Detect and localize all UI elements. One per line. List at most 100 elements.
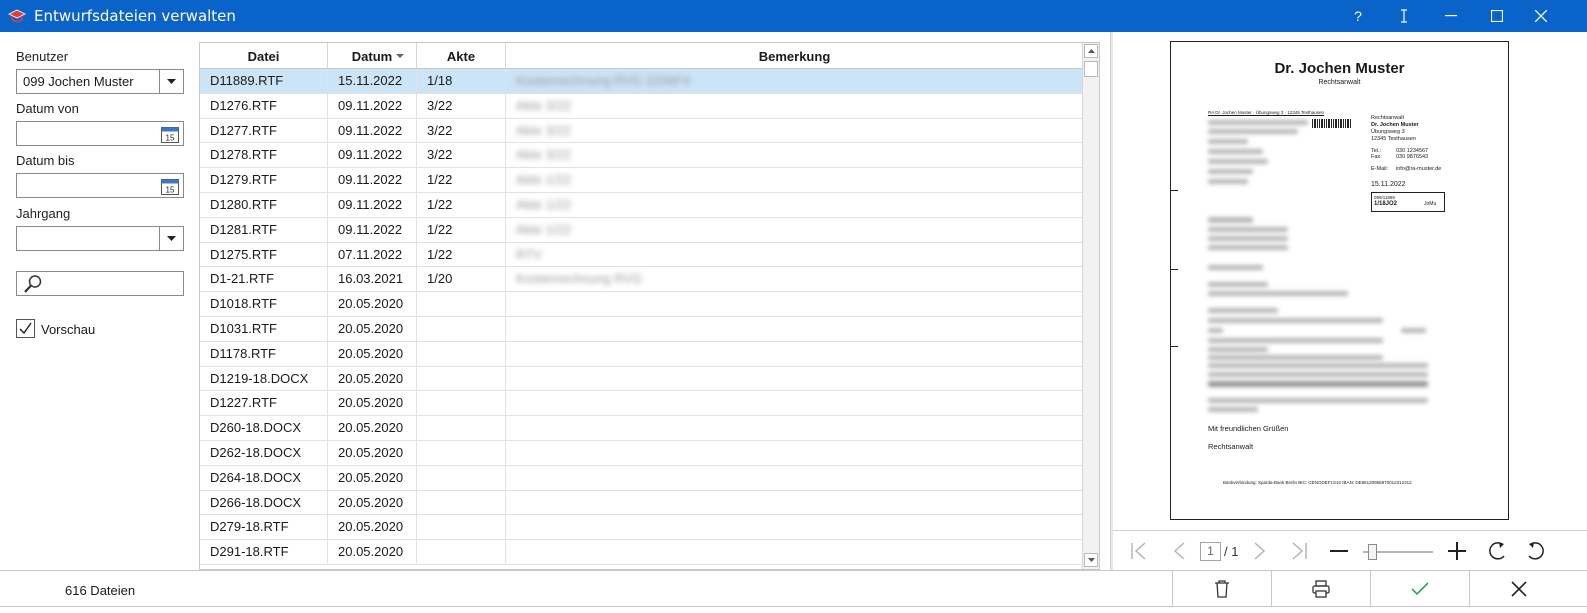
zoom-slider-thumb[interactable] — [1368, 544, 1378, 560]
table-row[interactable]: D11889.RTF 15.11.2022 1/18 Kostenrechnung R… — [200, 69, 1083, 94]
table-row[interactable]: D1280.RTF 09.11.2022 1/22 Akte 1/22 — [200, 193, 1083, 218]
table-row[interactable]: D1031.RTF 20.05.2020 — [200, 317, 1083, 342]
chevron-down-icon[interactable] — [159, 227, 183, 250]
cell-file: D1275.RTF — [200, 242, 328, 267]
previous-page-button[interactable] — [1168, 539, 1192, 563]
cell-file-text: D1018.RTF — [210, 296, 277, 312]
zoom-out-button[interactable] — [1327, 539, 1351, 563]
table-row[interactable]: D1281.RTF 09.11.2022 1/22 Akte 1/22 — [200, 217, 1083, 243]
print-button[interactable] — [1271, 571, 1370, 607]
maximize-button[interactable] — [1474, 0, 1520, 32]
cell-remark-text: Akte 1/22 — [516, 221, 571, 237]
body-blur — [1208, 236, 1288, 241]
column-header-bemerkung[interactable]: Bemerkung — [506, 43, 1083, 69]
column-header-datei[interactable]: Datei — [200, 43, 328, 69]
calendar-icon[interactable]: 15 — [161, 125, 179, 143]
cell-akte — [417, 540, 506, 565]
table-row[interactable]: D1018.RTF 20.05.2020 — [200, 292, 1083, 317]
contact-city: 12345 Testhausen — [1371, 136, 1416, 142]
cell-remark-text: Kostenrechnung RVG 2206F4 — [516, 73, 690, 88]
cell-file: D1280.RTF — [200, 193, 328, 217]
cell-file-text: D1227.RTF — [210, 395, 277, 411]
table-row[interactable]: D1278.RTF 09.11.2022 3/22 Akte 3/22 — [200, 143, 1083, 169]
cell-file: D1227.RTF — [200, 391, 328, 416]
page-number-input[interactable]: 1 — [1200, 542, 1221, 561]
cell-akte-text: 3/22 — [427, 122, 453, 138]
cell-akte-text: 1/22 — [427, 172, 453, 188]
address-blur — [1208, 149, 1263, 154]
contact-email: info@ra-muster.de — [1396, 166, 1442, 172]
calendar-icon[interactable]: 15 — [161, 177, 179, 195]
column-header-akte[interactable]: Akte — [417, 43, 506, 69]
table-row[interactable]: D1-21.RTF 16.03.2021 1/20 Kostenrechnung RV… — [200, 267, 1083, 293]
first-page-button[interactable] — [1127, 539, 1151, 563]
scrollbar-thumb[interactable] — [1084, 61, 1098, 77]
cell-date-text: 20.05.2020 — [338, 345, 404, 361]
date-to-field[interactable]: 15 — [16, 173, 184, 198]
cell-file: D1-21.RTF — [200, 267, 328, 292]
cell-akte: 1/22 — [417, 217, 506, 242]
rotate-left-button[interactable] — [1486, 539, 1510, 563]
table-row[interactable]: D1178.RTF 20.05.2020 — [200, 341, 1083, 367]
table-row[interactable]: D266-18.DOCX 20.05.2020 — [200, 490, 1083, 516]
last-page-button[interactable] — [1287, 539, 1311, 563]
cell-file: D260-18.DOCX — [200, 416, 328, 441]
preview-label: Vorschau — [41, 322, 96, 337]
text-cursor-icon — [1381, 0, 1427, 32]
cell-date-text: 20.05.2020 — [338, 321, 404, 336]
cell-date: 07.11.2022 — [328, 242, 417, 267]
cell-remark: Akte 1/22 — [506, 218, 1083, 242]
table-row[interactable]: D1276.RTF 09.11.2022 3/22 Akte 3/22 — [200, 93, 1083, 119]
search-icon — [24, 275, 42, 293]
cell-date-text: 09.11.2022 — [338, 172, 403, 188]
confirm-button[interactable] — [1370, 571, 1469, 607]
cell-akte-text: 1/22 — [427, 197, 453, 212]
table-row[interactable]: D1227.RTF 20.05.2020 — [200, 391, 1083, 417]
table-row[interactable]: D262-18.DOCX 20.05.2020 — [200, 441, 1083, 466]
user-label: Benutzer — [16, 49, 69, 64]
cell-file-text: D1-21.RTF — [210, 271, 275, 287]
column-header-datum[interactable]: Datum — [328, 43, 417, 69]
table-row[interactable]: D1219-18.DOCX 20.05.2020 — [200, 366, 1083, 392]
minimize-button[interactable] — [1428, 0, 1474, 32]
table-row[interactable]: D291-18.RTF 20.05.2020 — [200, 540, 1083, 565]
help-button[interactable]: ? — [1335, 0, 1381, 32]
table-row[interactable]: D279-18.RTF 20.05.2020 — [200, 515, 1083, 541]
scroll-down-button[interactable] — [1084, 553, 1098, 567]
maximize-icon — [1491, 10, 1503, 22]
delete-button[interactable] — [1172, 571, 1271, 607]
fold-mark — [1170, 190, 1178, 191]
zoom-in-button[interactable] — [1445, 539, 1469, 563]
table-row[interactable]: D264-18.DOCX 20.05.2020 — [200, 465, 1083, 491]
chevron-down-icon[interactable] — [159, 70, 183, 93]
search-input[interactable] — [16, 271, 184, 296]
cell-akte: 1/22 — [417, 242, 506, 267]
cell-file-text: D1276.RTF — [210, 97, 277, 113]
cell-akte: 1/22 — [417, 193, 506, 217]
user-value: 099 Jochen Muster — [23, 74, 134, 89]
body-blur — [1208, 407, 1258, 412]
cell-date-text: 07.11.2022 — [338, 246, 403, 262]
rotate-right-button[interactable] — [1523, 539, 1547, 563]
table-row[interactable]: D1275.RTF 07.11.2022 1/22 RTV — [200, 242, 1083, 268]
preview-checkbox[interactable] — [16, 319, 35, 338]
cell-akte: 3/22 — [417, 118, 506, 143]
table-row[interactable]: D260-18.DOCX 20.05.2020 — [200, 416, 1083, 441]
cancel-button[interactable] — [1469, 571, 1568, 607]
cell-akte: 3/22 — [417, 93, 506, 118]
date-from-field[interactable]: 15 — [16, 121, 184, 146]
table-row[interactable]: D1277.RTF 09.11.2022 3/22 Akte 3/22 — [200, 118, 1083, 144]
cell-file: D1279.RTF — [200, 168, 328, 193]
cell-file: D266-18.DOCX — [200, 490, 328, 515]
cell-date-text: 09.11.2022 — [338, 97, 403, 113]
user-combobox[interactable]: 099 Jochen Muster — [16, 69, 184, 94]
year-combobox[interactable] — [16, 226, 184, 251]
next-page-button[interactable] — [1247, 539, 1271, 563]
cell-file: D291-18.RTF — [200, 540, 328, 565]
vertical-scrollbar[interactable] — [1082, 43, 1099, 569]
close-window-button[interactable] — [1518, 0, 1564, 32]
cell-date-text: 20.05.2020 — [338, 519, 404, 535]
table-row[interactable]: D1279.RTF 09.11.2022 1/22 Akte 1/22 — [200, 168, 1083, 193]
cell-date-text: 20.05.2020 — [338, 544, 404, 560]
scroll-up-button[interactable] — [1084, 44, 1098, 58]
